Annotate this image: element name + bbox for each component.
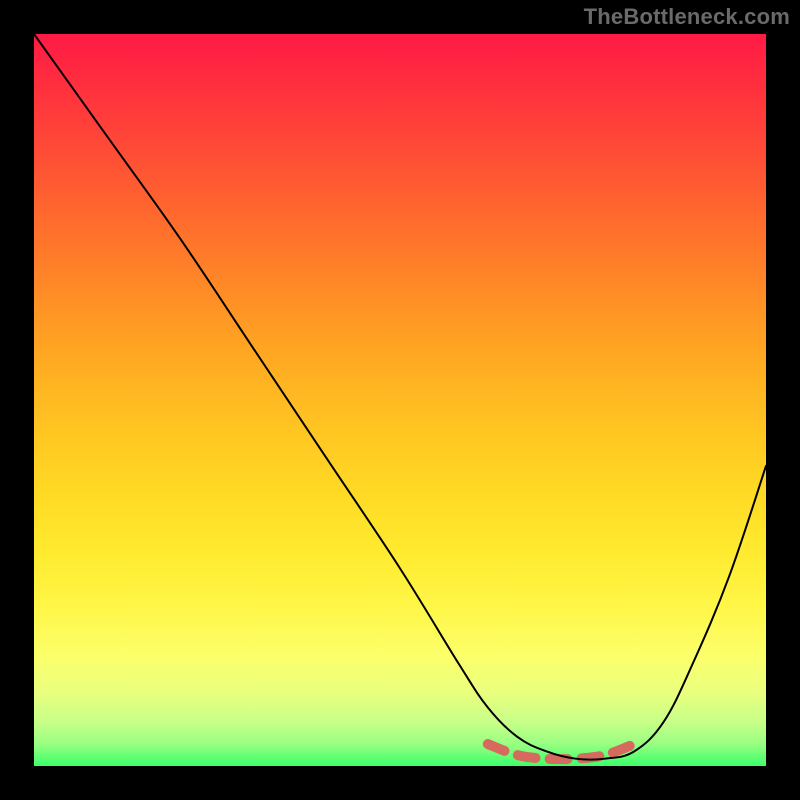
chart-svg — [34, 34, 766, 766]
curve-path — [34, 34, 766, 760]
chart-frame: TheBottleneck.com — [0, 0, 800, 800]
attribution-text: TheBottleneck.com — [584, 4, 790, 30]
plot-area — [34, 34, 766, 766]
